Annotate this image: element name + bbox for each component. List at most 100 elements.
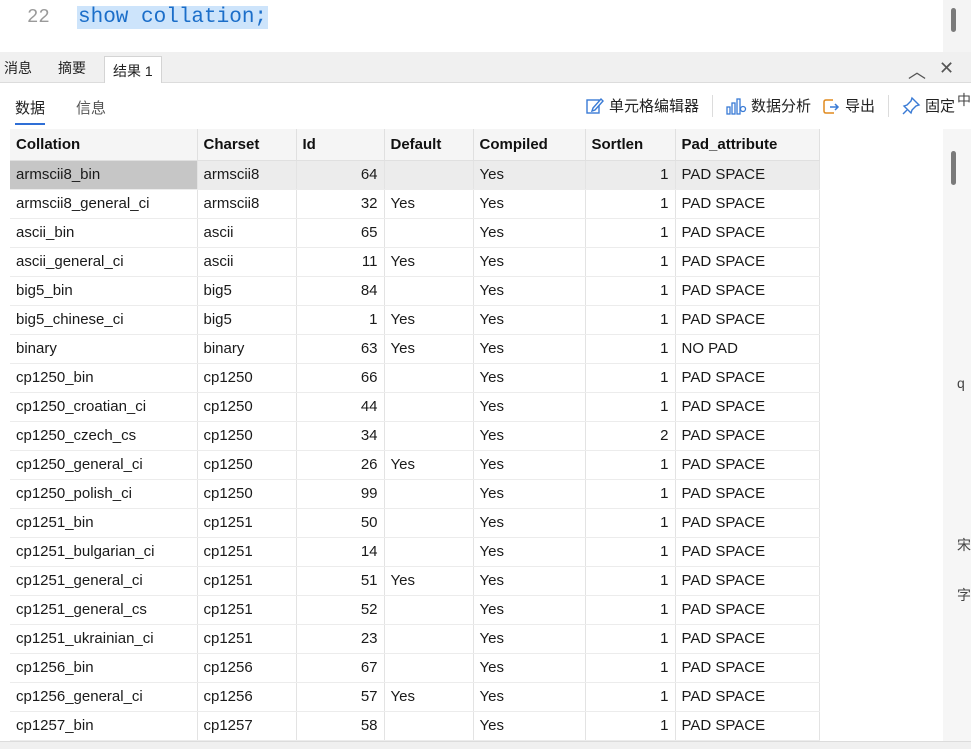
cell-id[interactable]: 32 [296, 189, 385, 219]
cell-pad-attribute[interactable]: PAD SPACE [675, 479, 820, 509]
cell-id[interactable]: 57 [296, 682, 385, 712]
table-row[interactable]: cp1250_general_ci cp1250 26 Yes Yes 1 PAD SPAC… [10, 450, 820, 480]
result-grid[interactable]: Collation Charset Id Default Compiled So… [0, 129, 943, 741]
cell-charset[interactable]: cp1251 [197, 508, 297, 538]
cell-sortlen[interactable]: 1 [585, 189, 676, 219]
cell-id[interactable]: 99 [296, 479, 385, 509]
cell-collation[interactable]: cp1256_general_ci [10, 682, 198, 712]
cell-default[interactable] [384, 160, 474, 190]
cell-compiled[interactable]: Yes [473, 276, 586, 306]
cell-charset[interactable]: binary [197, 334, 297, 364]
table-row[interactable]: cp1251_bulgarian_ci cp1251 14 Yes 1 PAD SPACE [10, 537, 820, 567]
cell-collation[interactable]: cp1251_ukrainian_ci [10, 624, 198, 654]
table-row[interactable]: cp1256_bin cp1256 67 Yes 1 PAD SPACE [10, 653, 820, 683]
cell-pad-attribute[interactable]: PAD SPACE [675, 624, 820, 654]
cell-id[interactable]: 58 [296, 711, 385, 741]
cell-collation[interactable]: binary [10, 334, 198, 364]
cell-id[interactable]: 52 [296, 595, 385, 625]
cell-compiled[interactable]: Yes [473, 363, 586, 393]
tab-messages[interactable]: 消息 [4, 58, 32, 78]
cell-compiled[interactable]: Yes [473, 711, 586, 741]
cell-charset[interactable]: cp1251 [197, 595, 297, 625]
cell-charset[interactable]: cp1250 [197, 450, 297, 480]
cell-charset[interactable]: cp1256 [197, 653, 297, 683]
cell-compiled[interactable]: Yes [473, 595, 586, 625]
cell-id[interactable]: 84 [296, 276, 385, 306]
cell-compiled[interactable]: Yes [473, 537, 586, 567]
cell-default[interactable] [384, 363, 474, 393]
cell-pad-attribute[interactable]: PAD SPACE [675, 711, 820, 741]
cell-charset[interactable]: cp1250 [197, 479, 297, 509]
cell-sortlen[interactable]: 1 [585, 479, 676, 509]
cell-id[interactable]: 67 [296, 653, 385, 683]
cell-default[interactable] [384, 421, 474, 451]
cell-sortlen[interactable]: 2 [585, 421, 676, 451]
column-header-collation[interactable]: Collation [10, 129, 198, 161]
cell-sortlen[interactable]: 1 [585, 624, 676, 654]
cell-pad-attribute[interactable]: PAD SPACE [675, 537, 820, 567]
cell-default[interactable] [384, 595, 474, 625]
cell-default[interactable] [384, 653, 474, 683]
cell-pad-attribute[interactable]: NO PAD [675, 334, 820, 364]
cell-collation[interactable]: cp1250_general_ci [10, 450, 198, 480]
cell-editor-button[interactable]: 单元格编辑器 [585, 95, 699, 116]
data-analysis-button[interactable]: 数据分析 [725, 95, 811, 116]
table-row[interactable]: cp1250_czech_cs cp1250 34 Yes 2 PAD SPACE [10, 421, 820, 451]
cell-compiled[interactable]: Yes [473, 624, 586, 654]
cell-collation[interactable]: big5_chinese_ci [10, 305, 198, 335]
cell-default[interactable]: Yes [384, 305, 474, 335]
cell-sortlen[interactable]: 1 [585, 363, 676, 393]
cell-pad-attribute[interactable]: PAD SPACE [675, 392, 820, 422]
tab-summary[interactable]: 摘要 [58, 58, 86, 78]
cell-collation[interactable]: cp1256_bin [10, 653, 198, 683]
cell-charset[interactable]: ascii [197, 218, 297, 248]
table-row[interactable]: ascii_bin ascii 65 Yes 1 PAD SPACE [10, 218, 820, 248]
cell-compiled[interactable]: Yes [473, 334, 586, 364]
cell-pad-attribute[interactable]: PAD SPACE [675, 363, 820, 393]
cell-default[interactable] [384, 508, 474, 538]
cell-id[interactable]: 66 [296, 363, 385, 393]
cell-compiled[interactable]: Yes [473, 450, 586, 480]
cell-charset[interactable]: cp1251 [197, 537, 297, 567]
cell-collation[interactable]: cp1250_bin [10, 363, 198, 393]
table-row[interactable]: big5_bin big5 84 Yes 1 PAD SPACE [10, 276, 820, 306]
cell-default[interactable]: Yes [384, 450, 474, 480]
cell-sortlen[interactable]: 1 [585, 305, 676, 335]
cell-compiled[interactable]: Yes [473, 392, 586, 422]
cell-pad-attribute[interactable]: PAD SPACE [675, 189, 820, 219]
cell-pad-attribute[interactable]: PAD SPACE [675, 305, 820, 335]
cell-pad-attribute[interactable]: PAD SPACE [675, 682, 820, 712]
sql-code-line[interactable]: show collation; [77, 6, 269, 29]
subtab-info[interactable]: 信息 [76, 97, 106, 118]
cell-sortlen[interactable]: 1 [585, 537, 676, 567]
cell-sortlen[interactable]: 1 [585, 595, 676, 625]
cell-default[interactable] [384, 479, 474, 509]
cell-collation[interactable]: cp1250_polish_ci [10, 479, 198, 509]
cell-compiled[interactable]: Yes [473, 479, 586, 509]
cell-pad-attribute[interactable]: PAD SPACE [675, 160, 820, 190]
cell-collation[interactable]: cp1251_bin [10, 508, 198, 538]
table-row[interactable]: armscii8_general_ci armscii8 32 Yes Yes 1 PAD … [10, 189, 820, 219]
cell-collation[interactable]: armscii8_general_ci [10, 189, 198, 219]
cell-collation[interactable]: cp1257_bin [10, 711, 198, 741]
cell-charset[interactable]: cp1250 [197, 363, 297, 393]
cell-sortlen[interactable]: 1 [585, 682, 676, 712]
sql-editor[interactable]: 22 show collation; [0, 0, 943, 52]
cell-default[interactable]: Yes [384, 334, 474, 364]
cell-charset[interactable]: armscii8 [197, 189, 297, 219]
column-header-default[interactable]: Default [384, 129, 474, 161]
pin-button[interactable]: 固定 [901, 95, 955, 116]
cell-compiled[interactable]: Yes [473, 160, 586, 190]
cell-compiled[interactable]: Yes [473, 566, 586, 596]
cell-collation[interactable]: ascii_bin [10, 218, 198, 248]
cell-sortlen[interactable]: 1 [585, 392, 676, 422]
cell-collation[interactable]: cp1251_general_ci [10, 566, 198, 596]
collapse-panel-icon[interactable]: ︿ [908, 58, 926, 84]
cell-compiled[interactable]: Yes [473, 189, 586, 219]
table-row[interactable]: armscii8_bin armscii8 64 Yes 1 PAD SPACE [10, 160, 820, 190]
cell-id[interactable]: 44 [296, 392, 385, 422]
grid-scrollbar-thumb[interactable] [951, 151, 956, 185]
cell-charset[interactable]: cp1251 [197, 566, 297, 596]
cell-sortlen[interactable]: 1 [585, 711, 676, 741]
cell-sortlen[interactable]: 1 [585, 508, 676, 538]
